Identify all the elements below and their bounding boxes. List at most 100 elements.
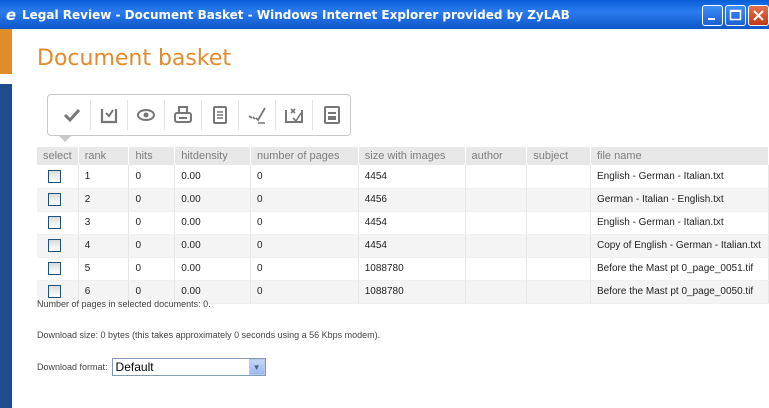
- download-format-select[interactable]: Default ▼: [111, 358, 266, 376]
- hitdensity-cell: 0.00: [174, 165, 251, 189]
- select-all-button[interactable]: [239, 100, 276, 130]
- toolbar-pointer: [59, 136, 71, 142]
- view-button[interactable]: [128, 100, 165, 130]
- number-of-pages-cell: 0: [250, 234, 359, 258]
- author-cell: [465, 165, 528, 189]
- hitdensity-cell: 0.00: [174, 188, 251, 212]
- clear-basket-icon: [285, 108, 303, 123]
- basket-button[interactable]: [91, 100, 128, 130]
- page-title: Document basket: [37, 46, 231, 71]
- author-cell: [465, 234, 528, 258]
- view-icon: [137, 109, 155, 121]
- print-icon: [174, 106, 192, 123]
- table-row[interactable]: 5 0 0.00 0 1088780 Before the Mast pt 0_page_…: [37, 257, 769, 281]
- rank-cell: 5: [78, 257, 130, 281]
- file-name-cell: Before the Mast pt 0_page_0050.tif: [590, 280, 769, 304]
- rank-cell: 4: [78, 234, 130, 258]
- column-header-subject[interactable]: subject: [526, 147, 591, 165]
- author-cell: [465, 280, 528, 304]
- column-header-hits[interactable]: hits: [128, 147, 176, 165]
- download-format-label: Download format:: [37, 362, 108, 372]
- internet-explorer-icon: e: [5, 5, 17, 24]
- maximize-button[interactable]: [725, 5, 746, 26]
- file-name-cell: German - Italian - English.txt: [590, 188, 769, 212]
- size-with-images-cell: 4454: [358, 234, 466, 258]
- column-header-author[interactable]: author: [465, 147, 528, 165]
- maximize-icon: [729, 9, 742, 21]
- column-header-size-with-images[interactable]: size with images: [358, 147, 466, 165]
- row-select-checkbox[interactable]: [48, 193, 61, 206]
- minimize-button[interactable]: [702, 5, 723, 26]
- row-select-checkbox[interactable]: [48, 285, 61, 298]
- rank-cell: 1: [78, 165, 130, 189]
- row-select-checkbox[interactable]: [48, 262, 61, 275]
- table-row[interactable]: 4 0 0.00 0 4454 Copy of English - German - It…: [37, 234, 769, 258]
- row-select-checkbox[interactable]: [48, 216, 61, 229]
- subject-cell: [526, 257, 591, 281]
- number-of-pages-cell: 0: [250, 165, 359, 189]
- toolbar: [47, 94, 351, 136]
- document-list-button[interactable]: [202, 100, 239, 130]
- file-name-cell: Copy of English - German - Italian.txt: [590, 234, 769, 258]
- column-header-select[interactable]: select: [37, 147, 79, 165]
- hits-cell: 0: [128, 165, 176, 189]
- checkmark-icon: [63, 108, 81, 123]
- author-cell: [465, 188, 528, 212]
- print-button[interactable]: [165, 100, 202, 130]
- rank-cell: 3: [78, 211, 130, 235]
- table-row[interactable]: 1 0 0.00 0 4454 English - German - Italian.tx…: [37, 165, 769, 189]
- size-with-images-cell: 4456: [358, 188, 466, 212]
- chevron-down-icon[interactable]: ▼: [248, 359, 265, 375]
- row-select-checkbox[interactable]: [48, 169, 61, 183]
- column-header-hitdensity[interactable]: hitdensity: [174, 147, 251, 165]
- accent-bar-orange: [0, 29, 12, 74]
- author-cell: [465, 211, 528, 235]
- download-format-value: Default: [115, 360, 154, 374]
- size-with-images-cell: 1088780: [358, 257, 466, 281]
- close-icon: [753, 10, 764, 21]
- file-name-cell: English - German - Italian.txt: [590, 211, 769, 235]
- download-format-row: Download format: Default ▼: [37, 358, 266, 376]
- minimize-icon: [708, 18, 715, 20]
- accent-bar-gap: [0, 74, 12, 84]
- hits-cell: 0: [128, 234, 176, 258]
- column-header-rank[interactable]: rank: [78, 147, 130, 165]
- size-with-images-cell: 1088780: [358, 280, 466, 304]
- hits-cell: 0: [128, 257, 176, 281]
- select-cell: [37, 257, 79, 281]
- checkmark-button[interactable]: [54, 100, 91, 130]
- accent-bar-blue: [0, 84, 12, 408]
- table-row[interactable]: 2 0 0.00 0 4456 German - Italian - English.tx…: [37, 188, 769, 212]
- hits-cell: 0: [128, 188, 176, 212]
- column-header-file-name[interactable]: file name: [590, 147, 769, 165]
- save-button[interactable]: [313, 100, 350, 130]
- save-icon: [323, 106, 340, 124]
- basket-icon: [100, 109, 118, 124]
- select-cell: [37, 188, 79, 212]
- select-cell: [37, 234, 79, 258]
- file-name-cell: English - German - Italian.txt: [590, 165, 769, 189]
- select-all-icon: [248, 107, 266, 124]
- window-titlebar: e Legal Review - Document Basket - Windo…: [0, 0, 769, 29]
- hitdensity-cell: 0.00: [174, 211, 251, 235]
- number-of-pages-cell: 0: [250, 188, 359, 212]
- document-list-icon: [213, 106, 227, 124]
- rank-cell: 2: [78, 188, 130, 212]
- download-size-text: Download size: 0 bytes (this takes appro…: [37, 330, 381, 340]
- row-select-checkbox[interactable]: [48, 239, 61, 252]
- file-name-cell: Before the Mast pt 0_page_0051.tif: [590, 257, 769, 281]
- window-controls: [702, 5, 769, 26]
- size-with-images-cell: 4454: [358, 165, 466, 189]
- number-of-pages-cell: 0: [250, 280, 359, 304]
- column-header-number-of-pages[interactable]: number of pages: [250, 147, 359, 165]
- subject-cell: [526, 211, 591, 235]
- size-with-images-cell: 4454: [358, 211, 466, 235]
- table-row[interactable]: 3 0 0.00 0 4454 English - German - Italian.tx…: [37, 211, 769, 235]
- number-of-pages-cell: 0: [250, 211, 359, 235]
- select-cell: [37, 211, 79, 235]
- table-header-row: select rank hits hitdensity number of pa…: [37, 147, 769, 165]
- clear-basket-button[interactable]: [276, 100, 313, 130]
- hitdensity-cell: 0.00: [174, 234, 251, 258]
- close-button[interactable]: [748, 5, 769, 26]
- document-table: select rank hits hitdensity number of pa…: [37, 147, 769, 304]
